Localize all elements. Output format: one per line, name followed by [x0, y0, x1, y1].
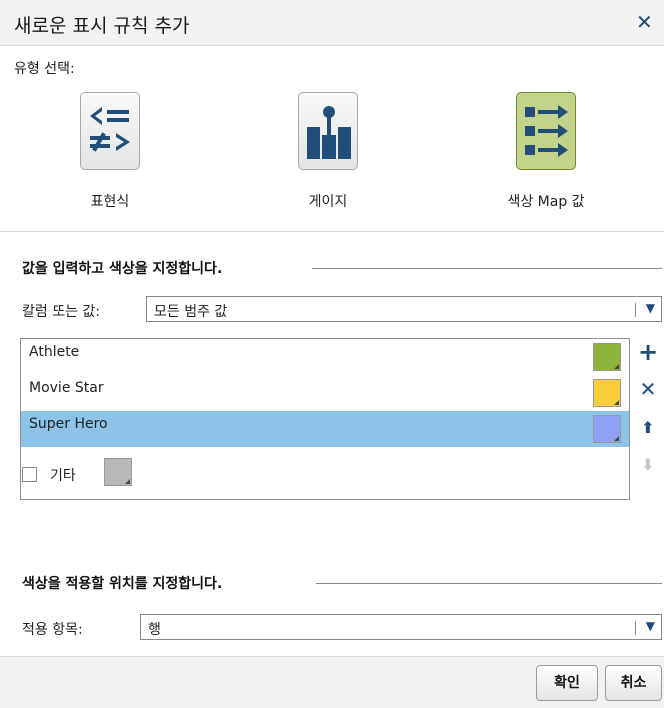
list-item-label: Movie Star [29, 380, 104, 396]
section-rule [312, 268, 662, 269]
close-icon[interactable]: ✕ [636, 10, 653, 34]
remove-icon[interactable]: ✕ [636, 377, 660, 401]
move-down-icon: ⬇ [641, 455, 655, 474]
expression-icon [90, 107, 130, 152]
apply-section-header: 색상을 적용할 위치를 지정합니다. [22, 573, 662, 593]
list-item-selected[interactable]: Super Hero [21, 411, 629, 447]
dialog-title: 새로운 표시 규칙 추가 [14, 15, 190, 37]
apply-section-title: 색상을 적용할 위치를 지정합니다. [22, 576, 223, 592]
dropdown-corner-icon [614, 436, 619, 441]
column-label: 칼럼 또는 값: [22, 304, 101, 320]
list-item[interactable]: Athlete [21, 339, 629, 375]
column-select-value: 모든 범주 값 [154, 304, 228, 320]
column-select[interactable]: 모든 범주 값 ▼ [146, 296, 662, 322]
list-item-label: Super Hero [29, 416, 108, 432]
dropdown-corner-icon [614, 364, 619, 369]
value-section-header: 값을 입력하고 색상을 지정합니다. [22, 258, 662, 278]
color-swatch[interactable] [593, 343, 621, 371]
type-expression-label: 표현식 [90, 194, 130, 210]
dropdown-corner-icon [125, 479, 130, 484]
apply-select-value: 행 [148, 622, 161, 638]
dialog-footer: 확인 취소 [0, 656, 664, 708]
type-color-map-label: 색상 Map 값 [507, 194, 585, 210]
apply-select[interactable]: 행 ▼ [140, 614, 662, 640]
other-label: 기타 [50, 468, 76, 484]
other-color-swatch[interactable] [104, 458, 132, 486]
type-gauge-button[interactable] [298, 92, 358, 170]
type-gauge-label: 게이지 [308, 194, 348, 210]
type-color-map-button[interactable] [516, 92, 576, 170]
type-expression-button[interactable] [80, 92, 140, 170]
move-up-icon[interactable]: ⬆ [636, 418, 660, 437]
dropdown-corner-icon [614, 400, 619, 405]
dialog-titlebar: 새로운 표시 규칙 추가 ✕ [0, 0, 664, 46]
apply-label: 적용 항목: [22, 622, 83, 638]
list-item-label: Athlete [29, 344, 80, 360]
cancel-button[interactable]: 취소 [605, 665, 662, 701]
chevron-down-icon: ▼ [645, 619, 655, 633]
color-swatch[interactable] [593, 379, 621, 407]
gauge-icon [307, 106, 351, 159]
type-select-label: 유형 선택: [14, 61, 75, 77]
select-separator [635, 303, 636, 317]
color-map-icon [525, 105, 568, 157]
list-item[interactable]: Movie Star [21, 375, 629, 411]
chevron-down-icon: ▼ [645, 301, 655, 315]
other-checkbox[interactable] [22, 467, 37, 482]
select-separator [635, 621, 636, 635]
ok-button[interactable]: 확인 [536, 665, 598, 701]
section-rule [316, 583, 662, 584]
color-swatch[interactable] [593, 415, 621, 443]
add-icon[interactable]: + [636, 338, 660, 366]
value-section-title: 값을 입력하고 색상을 지정합니다. [22, 261, 223, 277]
divider [0, 231, 664, 232]
